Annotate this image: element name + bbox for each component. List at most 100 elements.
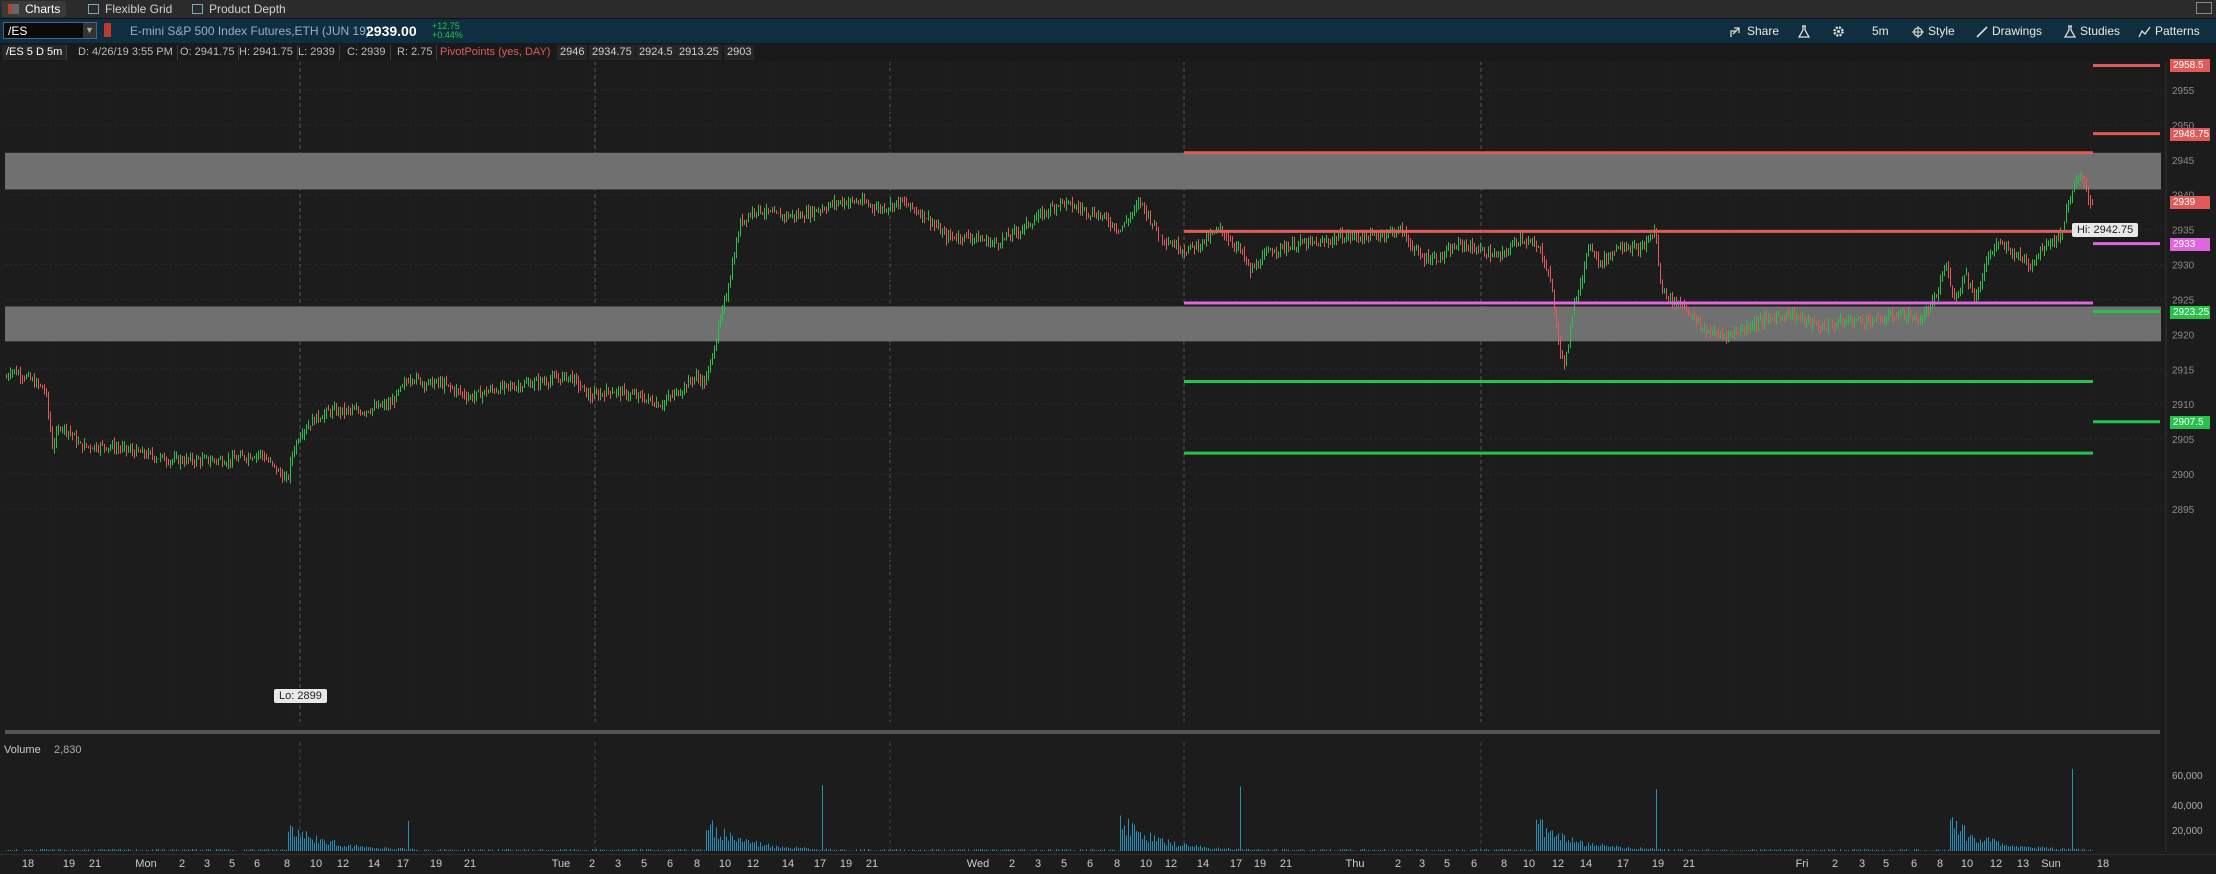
window-control[interactable] [2196, 2, 2212, 14]
symbol-dropdown-icon[interactable]: ▼ [83, 23, 96, 38]
bar-low: L: 2939 [294, 45, 340, 60]
study-name[interactable]: PivotPoints (yes, DAY) [436, 45, 554, 60]
patterns-icon [2138, 26, 2151, 38]
x-tick-label: 21 [865, 858, 879, 870]
x-tick-label: 12 [1164, 858, 1178, 870]
x-tick-label: 3 [1418, 858, 1426, 870]
x-tick-label: 5 [1443, 858, 1451, 870]
x-tick-label: 5 [1882, 858, 1890, 870]
share-button[interactable]: Share [1730, 22, 1779, 40]
x-tick-label: 21 [1279, 858, 1293, 870]
x-tick-label: 6 [1086, 858, 1094, 870]
drawings-button[interactable]: Drawings [1976, 22, 2042, 40]
price-chart[interactable]: 2960295529502945294029352930292529202915… [0, 62, 2216, 854]
x-tick-label: 12 [1551, 858, 1565, 870]
y-tick-label: 2900 [2172, 470, 2195, 481]
share-icon [1730, 27, 1740, 37]
y-tick-label: 2945 [2172, 156, 2195, 167]
price-tag: 2948.75 [2170, 127, 2210, 141]
tab-charts[interactable]: Charts [2, 1, 67, 17]
pivot-pp-value: 2924.5 [636, 45, 676, 60]
time-axis[interactable]: 18 19 21 Mon 2 3 5 6 8 10 12 14 17 19 21 Tue 2 3 5 6 8 10 12 14… [0, 854, 2216, 874]
x-tick-label: 6 [253, 858, 261, 870]
x-tick-label: 5 [640, 858, 648, 870]
depth-icon [192, 4, 203, 14]
x-tick-label: 8 [1936, 858, 1944, 870]
x-tick-label: 8 [1500, 858, 1508, 870]
volume-tick: 60,000 [2172, 771, 2203, 782]
x-tick-label: 2 [178, 858, 186, 870]
x-tick-label: 19 [429, 858, 443, 870]
volume-tick: 20,000 [2172, 826, 2203, 837]
flask-icon [2063, 25, 2077, 38]
tab-product-depth[interactable]: Product Depth [186, 1, 292, 17]
y-tick-label: 2895 [2172, 505, 2195, 516]
bar-range: R: 2.75 [393, 45, 438, 60]
lab-button[interactable] [1797, 22, 1814, 40]
timeframe-button[interactable]: 5m [1872, 22, 1889, 40]
x-tick-label: 14 [367, 858, 381, 870]
low-annotation: Lo: 2899 [274, 689, 327, 703]
pivot-s1-value: 2913.25 [676, 45, 722, 60]
gear-icon [1833, 26, 1844, 37]
x-tick-label: 21 [1682, 858, 1696, 870]
chart-icon [8, 4, 19, 14]
patterns-button[interactable]: Patterns [2138, 22, 2200, 40]
x-tick-label: 12 [336, 858, 350, 870]
x-tick-label: 3 [1858, 858, 1866, 870]
bar-date: D: 4/26/19 3:55 PM [74, 45, 178, 60]
x-tick-label: 2 [588, 858, 596, 870]
pivot-r2-value: 2946 [557, 45, 588, 60]
x-tick-label: 6 [1470, 858, 1478, 870]
x-tick-label: 6 [1910, 858, 1918, 870]
volume-count: 2,830 [54, 744, 82, 756]
x-tick-label: 19 [1253, 858, 1267, 870]
high-annotation: Hi: 2942.75 [2072, 223, 2139, 237]
chart-id[interactable]: /ES 5 D 5m [2, 45, 68, 60]
x-tick-label: 2 [1008, 858, 1016, 870]
y-tick-label: 2930 [2172, 261, 2195, 272]
x-tick-label: 5 [228, 858, 236, 870]
chart-info-bar: /ES 5 D 5m D: 4/26/19 3:55 PM O: 2941.75… [0, 44, 2216, 62]
price-zone [5, 306, 2161, 342]
x-tick-label: 12 [1989, 858, 2003, 870]
x-tick-label: Wed [966, 858, 990, 870]
x-tick-label: 2 [1394, 858, 1402, 870]
style-button[interactable]: Style [1912, 22, 1955, 40]
studies-button[interactable]: Studies [2063, 22, 2120, 40]
x-tick-label: 12 [746, 858, 760, 870]
x-tick-label: 2 [1831, 858, 1839, 870]
x-tick-label: 8 [693, 858, 701, 870]
pivot-r1-value: 2934.75 [589, 45, 635, 60]
x-tick-label: 17 [396, 858, 410, 870]
style-icon [1912, 26, 1924, 38]
x-tick-label: 10 [718, 858, 732, 870]
x-tick-label: 21 [463, 858, 477, 870]
x-tick-label: 19 [62, 858, 76, 870]
instrument-name: E-mini S&P 500 Index Futures,ETH (JUN 19… [130, 24, 370, 38]
flag-icon[interactable] [104, 23, 111, 37]
x-tick-label: 8 [1113, 858, 1121, 870]
price-change-percent: +0.44% [432, 30, 463, 40]
x-tick-label: 10 [1522, 858, 1536, 870]
tab-flexible-grid[interactable]: Flexible Grid [82, 1, 178, 17]
x-tick-label: 14 [1196, 858, 1210, 870]
x-tick-label: 10 [1960, 858, 1974, 870]
y-tick-label: 2935 [2172, 226, 2195, 237]
x-tick-label: Fri [1795, 858, 1809, 870]
x-tick-label: 3 [1034, 858, 1042, 870]
price-tag: 2907.5 [2170, 415, 2210, 429]
x-tick-label: 19 [1651, 858, 1665, 870]
x-tick-label: 8 [283, 858, 291, 870]
y-tick-label: 2920 [2172, 330, 2195, 341]
y-tick-label: 2915 [2172, 365, 2195, 376]
bar-close: C: 2939 [343, 45, 391, 60]
x-tick-label: 17 [813, 858, 827, 870]
bar-high: H: 2941.75 [235, 45, 298, 60]
price-tag: 2933 [2170, 237, 2210, 251]
volume-tick: 40,000 [2172, 801, 2203, 812]
settings-button[interactable] [1832, 22, 1849, 40]
x-tick-label: 17 [1616, 858, 1630, 870]
x-tick-label: 6 [666, 858, 674, 870]
price-tag: 2958.5 [2170, 59, 2210, 73]
